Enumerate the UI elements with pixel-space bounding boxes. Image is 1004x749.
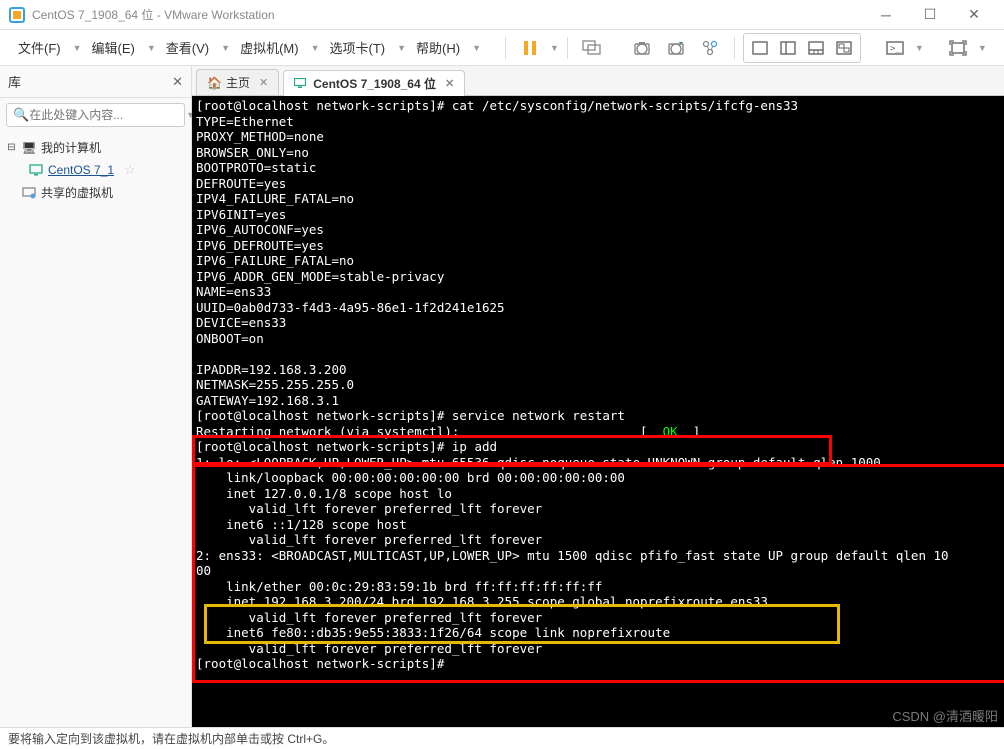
annotation-yellow-box [204,604,840,644]
view-thumbnail-button[interactable] [802,36,830,60]
chevron-down-icon[interactable]: ▼ [219,43,230,53]
tab-label: 主页 [226,74,250,91]
sidebar-header: 库 ✕ [0,66,191,98]
chevron-down-icon[interactable]: ▼ [71,43,82,53]
tree-label: 共享的虚拟机 [41,184,113,201]
status-text: 要将输入定向到该虚拟机，请在虚拟机内部单击或按 Ctrl+G。 [8,730,334,747]
chevron-down-icon[interactable]: ▼ [548,43,559,53]
sidebar-search: 🔍 ▼ [6,103,185,127]
tab-close-icon[interactable]: ✕ [445,77,454,90]
sidebar-tree: ⊟ 🖥 我的计算机 CentOS 7_1 ☆ 共享的虚拟机 [0,132,191,208]
menubar: 文件(F)▼ 编辑(E)▼ 查看(V)▼ 虚拟机(M)▼ 选项卡(T)▼ 帮助(… [0,30,1004,66]
tab-centos[interactable]: CentOS 7_1908_64 位 ✕ [283,70,465,96]
shared-vm-icon [21,187,37,199]
view-single-button[interactable] [746,36,774,60]
sidebar: 库 ✕ 🔍 ▼ ⊟ 🖥 我的计算机 CentOS 7_1 ☆ [0,66,192,727]
separator [505,37,506,59]
search-input[interactable] [29,108,184,122]
home-icon: 🏠 [207,76,221,90]
vm-icon [294,78,308,89]
tab-close-icon[interactable]: ✕ [259,76,268,89]
vm-icon [28,164,44,176]
chevron-down-icon[interactable]: ▼ [145,43,156,53]
manage-snapshot-button[interactable] [694,32,726,64]
svg-text:>_: >_ [890,44,901,54]
titlebar: CentOS 7_1908_64 位 - VMware Workstation … [0,0,1004,30]
menu-vm[interactable]: 虚拟机(M) [232,34,307,61]
favorite-star-icon[interactable]: ☆ [124,162,136,178]
console-view-button[interactable]: >_ [879,32,911,64]
tree-label: CentOS 7_1 [48,163,114,177]
main-area: 库 ✕ 🔍 ▼ ⊟ 🖥 我的计算机 CentOS 7_1 ☆ [0,66,1004,727]
view-unity-button[interactable] [830,36,858,60]
chevron-down-icon[interactable]: ▼ [976,43,987,53]
annotation-red-box-1 [192,435,832,465]
close-button[interactable]: ✕ [952,1,996,29]
sidebar-close-button[interactable]: ✕ [172,74,183,90]
menu-view[interactable]: 查看(V) [158,34,217,61]
annotation-red-box-2 [192,464,1004,683]
tab-home[interactable]: 🏠 主页 ✕ [196,69,279,95]
separator [734,37,735,59]
chevron-down-icon[interactable]: ▼ [913,43,924,53]
window-title: CentOS 7_1908_64 位 - VMware Workstation [32,6,864,23]
search-icon: 🔍 [13,107,29,123]
menu-file[interactable]: 文件(F) [10,34,69,61]
fullscreen-button[interactable] [942,32,974,64]
tree-node-centos[interactable]: CentOS 7_1 ☆ [6,159,185,181]
chevron-down-icon[interactable]: ▼ [470,43,481,53]
view-split-button[interactable] [774,36,802,60]
monitor-icon: 🖥 [21,141,37,155]
menu-help[interactable]: 帮助(H) [408,34,468,61]
send-ctrl-alt-del-button[interactable] [576,32,608,64]
pause-vm-button[interactable] [514,32,546,64]
tab-label: CentOS 7_1908_64 位 [313,75,436,92]
collapse-icon[interactable]: ⊟ [6,142,17,153]
tree-label: 我的计算机 [41,139,101,156]
view-mode-group [743,33,861,63]
menu-tabs[interactable]: 选项卡(T) [321,34,393,61]
chevron-down-icon[interactable]: ▼ [309,43,320,53]
menu-edit[interactable]: 编辑(E) [84,34,143,61]
app-logo-icon [8,6,26,24]
maximize-button[interactable]: ☐ [908,1,952,29]
content-area: 🏠 主页 ✕ CentOS 7_1908_64 位 ✕ [root@localh… [192,66,1004,727]
statusbar: 要将输入定向到该虚拟机，请在虚拟机内部单击或按 Ctrl+G。 [0,727,1004,749]
tabbar: 🏠 主页 ✕ CentOS 7_1908_64 位 ✕ [192,66,1004,96]
separator [567,37,568,59]
tree-node-mycomputer[interactable]: ⊟ 🖥 我的计算机 [6,136,185,159]
sidebar-title: 库 [8,72,172,91]
snapshot-button[interactable] [626,32,658,64]
tree-node-shared[interactable]: 共享的虚拟机 [6,181,185,204]
minimize-button[interactable]: ─ [864,1,908,29]
terminal-output[interactable]: [root@localhost network-scripts]# cat /e… [192,96,1004,727]
revert-snapshot-button[interactable] [660,32,692,64]
chevron-down-icon[interactable]: ▼ [395,43,406,53]
